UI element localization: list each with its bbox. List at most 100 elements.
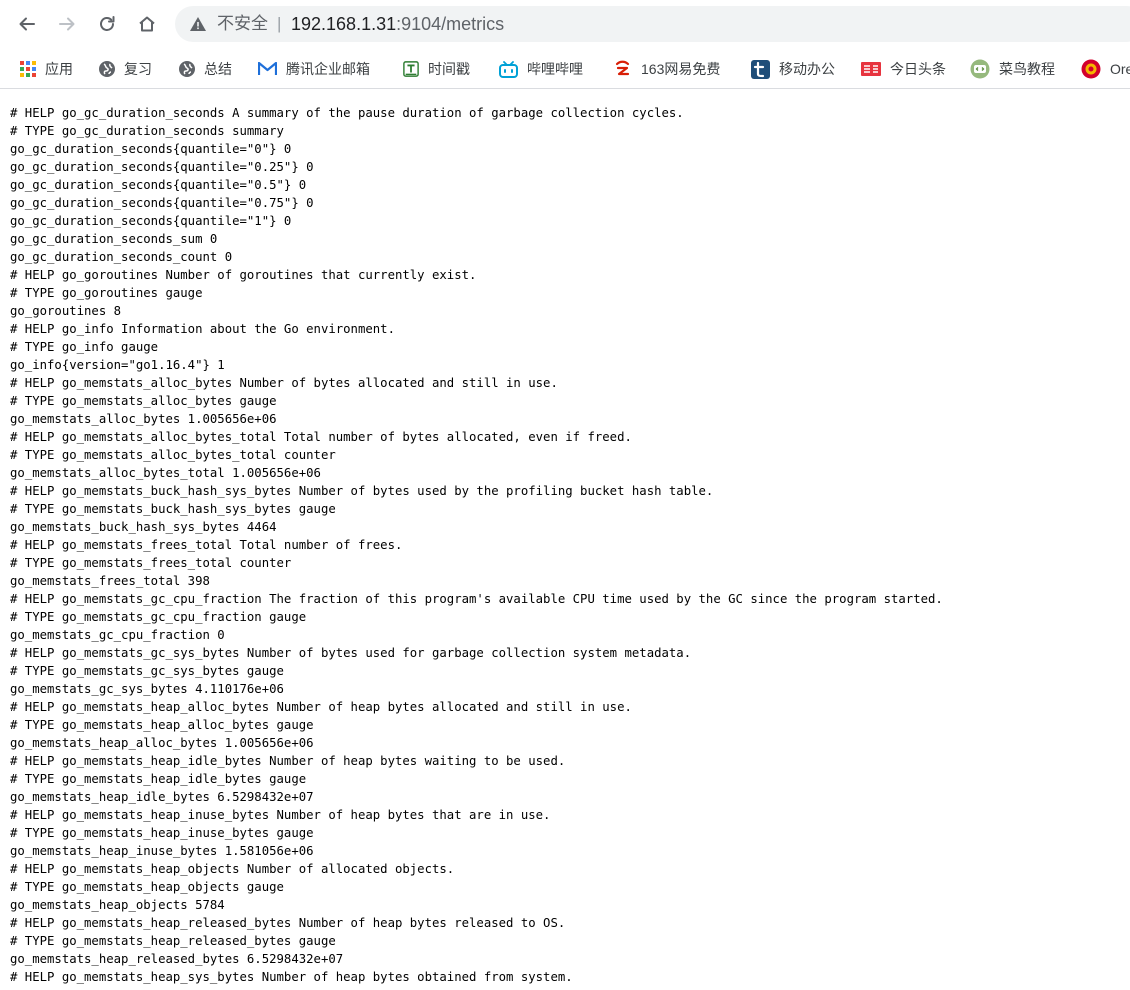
url-text[interactable]: 192.168.1.31:9104/metrics bbox=[291, 13, 504, 35]
reload-icon bbox=[100, 16, 115, 31]
bookmark-label: 应用 bbox=[45, 61, 73, 77]
metric-type-line: # TYPE go_goroutines gauge bbox=[10, 286, 203, 300]
metric-sample-line: go_gc_duration_seconds{quantile="0.75"} … bbox=[10, 196, 314, 210]
oreilly-icon bbox=[1081, 59, 1101, 79]
globe-icon bbox=[99, 61, 115, 77]
metric-sample-line: go_memstats_gc_cpu_fraction 0 bbox=[10, 628, 225, 642]
metric-sample-line: go_memstats_alloc_bytes 1.005656e+06 bbox=[10, 412, 277, 426]
toutiao-icon bbox=[861, 62, 881, 76]
metric-type-line: # TYPE go_memstats_heap_objects gauge bbox=[10, 880, 284, 894]
metric-type-line: # TYPE go_memstats_gc_cpu_fraction gauge bbox=[10, 610, 307, 624]
runoob-icon bbox=[970, 59, 990, 79]
bookmark-label: 腾讯企业邮箱 bbox=[286, 61, 370, 77]
metric-sample-line: go_goroutines 8 bbox=[10, 304, 122, 318]
bookmark-label: 163网易免费 bbox=[641, 61, 721, 77]
metric-sample-line: go_gc_duration_seconds{quantile="1"} 0 bbox=[10, 214, 292, 228]
globe-icon bbox=[179, 61, 195, 77]
security-label[interactable]: 不安全 bbox=[217, 14, 268, 34]
bookmarks-bar: 应用 复习 总结 腾讯企业邮箱 时间戳 哔哩哔哩 163网易免费 移动办公 今日… bbox=[0, 50, 1130, 89]
metric-type-line: # TYPE go_memstats_heap_idle_bytes gauge bbox=[10, 772, 307, 786]
bookmark-timestamp[interactable]: 时间戳 bbox=[403, 58, 470, 80]
bookmark-label: 复习 bbox=[124, 61, 152, 77]
metric-type-line: # TYPE go_memstats_alloc_bytes gauge bbox=[10, 394, 277, 408]
metric-help-line: # HELP go_memstats_heap_released_bytes N… bbox=[10, 916, 566, 930]
home-button[interactable] bbox=[132, 9, 162, 39]
bookmark-bilibili[interactable]: 哔哩哔哩 bbox=[499, 58, 583, 80]
netease-163-icon bbox=[614, 60, 632, 77]
metric-help-line: # HELP go_memstats_gc_sys_bytes Number o… bbox=[10, 646, 692, 660]
metric-sample-line: go_memstats_heap_alloc_bytes 1.005656e+0… bbox=[10, 736, 314, 750]
bookmark-label: Ore bbox=[1110, 61, 1130, 77]
back-button[interactable] bbox=[12, 9, 42, 39]
metric-type-line: # TYPE go_memstats_buck_hash_sys_bytes g… bbox=[10, 502, 336, 516]
metric-sample-line: go_gc_duration_seconds_count 0 bbox=[10, 250, 233, 264]
metric-type-line: # TYPE go_memstats_gc_sys_bytes gauge bbox=[10, 664, 284, 678]
bookmark-163[interactable]: 163网易免费 bbox=[614, 58, 720, 80]
metric-help-line: # HELP go_memstats_heap_sys_bytes Number… bbox=[10, 970, 573, 984]
metric-help-line: # HELP go_memstats_heap_alloc_bytes Numb… bbox=[10, 700, 632, 714]
forward-button[interactable] bbox=[52, 9, 82, 39]
metric-type-line: # TYPE go_memstats_heap_inuse_bytes gaug… bbox=[10, 826, 314, 840]
metric-sample-line: go_memstats_gc_sys_bytes 4.110176e+06 bbox=[10, 682, 284, 696]
metric-sample-line: go_gc_duration_seconds{quantile="0"} 0 bbox=[10, 142, 292, 156]
tencent-mail-icon bbox=[258, 61, 277, 77]
metric-help-line: # HELP go_goroutines Number of goroutine… bbox=[10, 268, 477, 282]
metric-type-line: # TYPE go_memstats_heap_released_bytes g… bbox=[10, 934, 336, 948]
bookmark-toutiao[interactable]: 今日头条 bbox=[861, 58, 946, 80]
metric-sample-line: go_memstats_heap_idle_bytes 6.5298432e+0… bbox=[10, 790, 314, 804]
metric-sample-line: go_gc_duration_seconds{quantile="0.25"} … bbox=[10, 160, 314, 174]
metric-sample-line: go_memstats_buck_hash_sys_bytes 4464 bbox=[10, 520, 277, 534]
metric-sample-line: go_memstats_heap_inuse_bytes 1.581056e+0… bbox=[10, 844, 314, 858]
bookmark-label: 哔哩哔哩 bbox=[527, 61, 583, 77]
bookmark-label: 菜鸟教程 bbox=[999, 61, 1055, 77]
metric-help-line: # HELP go_info Information about the Go … bbox=[10, 322, 395, 336]
metric-help-line: # HELP go_memstats_heap_objects Number o… bbox=[10, 862, 455, 876]
metric-help-line: # HELP go_memstats_alloc_bytes Number of… bbox=[10, 376, 558, 390]
timestamp-tool-icon bbox=[403, 61, 419, 77]
bookmark-label: 今日头条 bbox=[890, 61, 946, 77]
url-path: :9104/metrics bbox=[396, 14, 505, 34]
reload-button[interactable] bbox=[92, 9, 122, 39]
metric-sample-line: go_gc_duration_seconds_sum 0 bbox=[10, 232, 218, 246]
bookmark-tencent-mail[interactable]: 腾讯企业邮箱 bbox=[258, 58, 370, 80]
forward-arrow-icon bbox=[59, 17, 75, 31]
metric-type-line: # TYPE go_memstats_heap_alloc_bytes gaug… bbox=[10, 718, 314, 732]
metric-sample-line: go_memstats_heap_released_bytes 6.529843… bbox=[10, 952, 344, 966]
metric-sample-line: go_gc_duration_seconds{quantile="0.5"} 0 bbox=[10, 178, 307, 192]
t-letter-icon bbox=[751, 59, 770, 79]
bookmark-label: 移动办公 bbox=[779, 61, 835, 77]
metric-help-line: # HELP go_memstats_gc_cpu_fraction The f… bbox=[10, 592, 943, 606]
metric-type-line: # TYPE go_memstats_frees_total counter bbox=[10, 556, 292, 570]
bookmark-mobile-office[interactable]: 移动办公 bbox=[751, 58, 835, 80]
browser-toolbar: 不安全 | 192.168.1.31:9104/metrics bbox=[0, 0, 1130, 50]
metric-help-line: # HELP go_memstats_buck_hash_sys_bytes N… bbox=[10, 484, 714, 498]
metric-type-line: # TYPE go_gc_duration_seconds summary bbox=[10, 124, 284, 138]
metric-help-line: # HELP go_memstats_frees_total Total num… bbox=[10, 538, 403, 552]
bookmark-runoob[interactable]: 菜鸟教程 bbox=[970, 58, 1055, 80]
address-bar[interactable]: 不安全 | 192.168.1.31:9104/metrics bbox=[175, 6, 1130, 42]
metric-type-line: # TYPE go_memstats_alloc_bytes_total cou… bbox=[10, 448, 336, 462]
metric-help-line: # HELP go_memstats_heap_idle_bytes Numbe… bbox=[10, 754, 566, 768]
bookmark-review[interactable]: 复习 bbox=[99, 58, 152, 80]
metrics-text-body: # HELP go_gc_duration_seconds A summary … bbox=[10, 104, 1130, 990]
bookmark-oreilly[interactable]: Ore bbox=[1081, 58, 1130, 80]
bookmark-label: 时间戳 bbox=[428, 61, 470, 77]
bookmark-apps[interactable]: 应用 bbox=[20, 58, 73, 80]
metric-help-line: # HELP go_gc_duration_seconds A summary … bbox=[10, 106, 684, 120]
url-host: 192.168.1.31 bbox=[291, 14, 397, 34]
warning-icon[interactable] bbox=[189, 15, 207, 33]
address-separator: | bbox=[277, 14, 282, 33]
bookmark-label: 总结 bbox=[204, 61, 232, 77]
bookmark-summary[interactable]: 总结 bbox=[179, 58, 232, 80]
metric-sample-line: go_memstats_alloc_bytes_total 1.005656e+… bbox=[10, 466, 321, 480]
metric-sample-line: go_memstats_heap_objects 5784 bbox=[10, 898, 225, 912]
back-arrow-icon bbox=[19, 17, 35, 31]
metric-help-line: # HELP go_memstats_heap_inuse_bytes Numb… bbox=[10, 808, 551, 822]
bilibili-icon bbox=[499, 60, 518, 78]
metric-help-line: # HELP go_memstats_alloc_bytes_total Tot… bbox=[10, 430, 632, 444]
metric-sample-line: go_info{version="go1.16.4"} 1 bbox=[10, 358, 225, 372]
metric-sample-line: go_memstats_frees_total 398 bbox=[10, 574, 210, 588]
apps-grid-icon bbox=[20, 61, 36, 77]
home-icon bbox=[139, 16, 155, 32]
metric-type-line: # TYPE go_info gauge bbox=[10, 340, 159, 354]
